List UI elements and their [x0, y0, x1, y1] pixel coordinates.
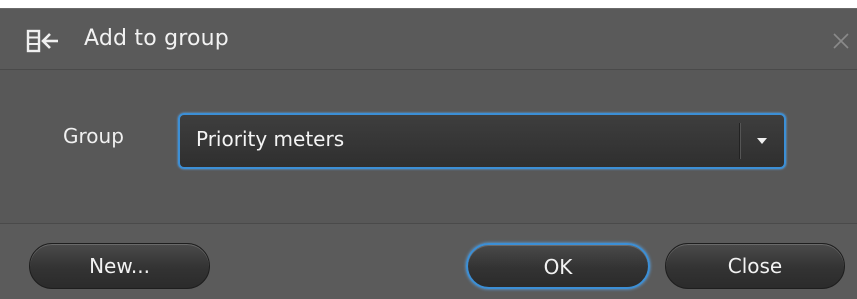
- dialog-footer: New... OK Close: [0, 224, 857, 299]
- add-to-group-icon: [26, 29, 58, 53]
- close-button[interactable]: Close: [665, 243, 845, 289]
- group-select-value: Priority meters: [196, 127, 345, 151]
- chevron-down-icon[interactable]: [754, 135, 770, 147]
- group-select[interactable]: Priority meters: [178, 113, 786, 169]
- select-divider: [739, 123, 740, 159]
- close-icon[interactable]: [831, 31, 851, 51]
- add-to-group-dialog: Add to group Group Priority meters New..…: [0, 8, 857, 299]
- ok-button[interactable]: OK: [466, 243, 650, 289]
- dialog-titlebar: Add to group: [0, 9, 857, 70]
- dialog-body: Group Priority meters: [0, 70, 857, 224]
- new-group-button[interactable]: New...: [29, 243, 210, 289]
- dialog-title: Add to group: [84, 26, 229, 51]
- group-label: Group: [63, 124, 124, 148]
